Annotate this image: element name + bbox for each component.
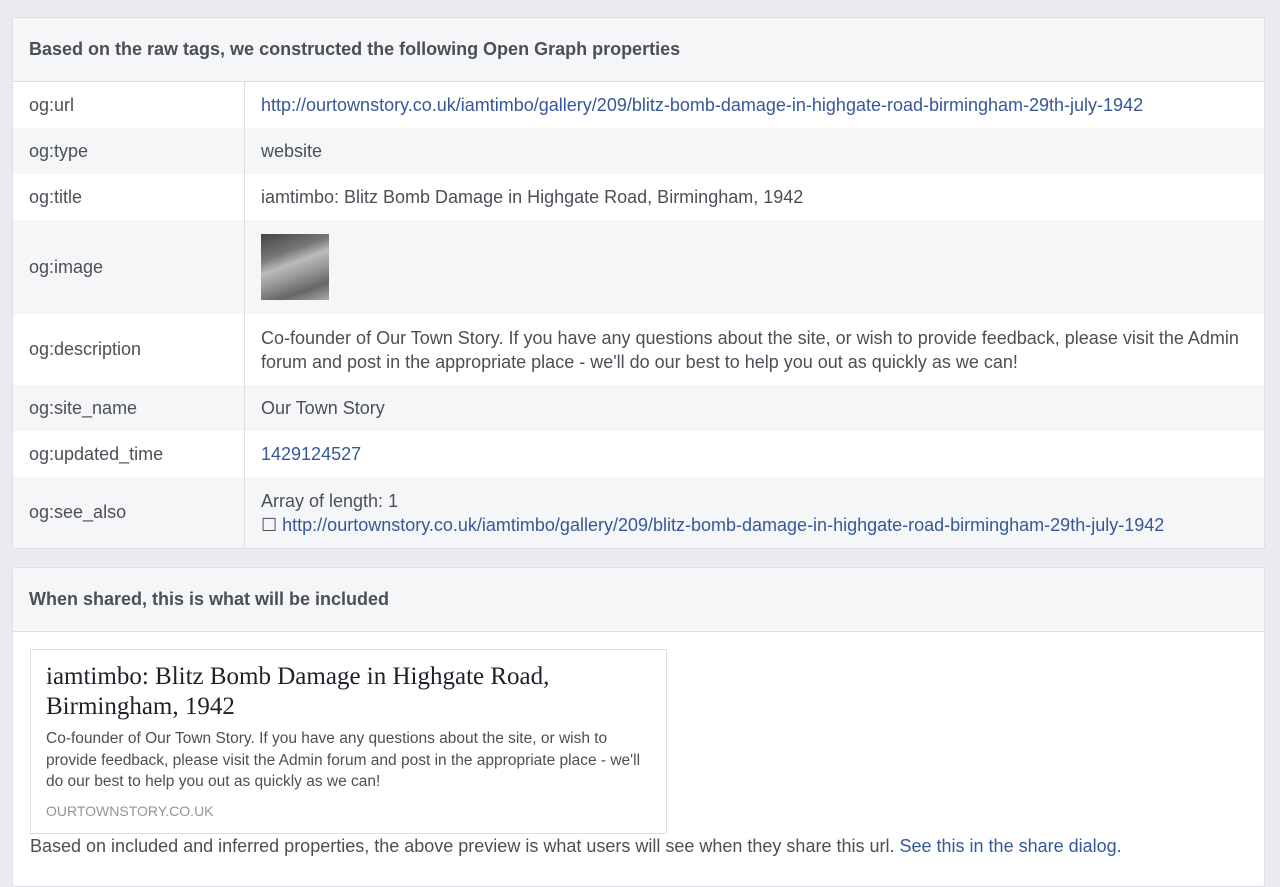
property-value: Our Town Story — [261, 397, 385, 418]
panel-title: When shared, this is what will be includ… — [13, 568, 1264, 632]
card-domain: OURTOWNSTORY.CO.UK — [46, 802, 214, 819]
property-value: iamtimbo: Blitz Bomb Damage in Highgate … — [261, 186, 804, 207]
share-preview-card[interactable]: iamtimbo: Blitz Bomb Damage in Highgate … — [30, 649, 667, 834]
share-preview-panel: When shared, this is what will be includ… — [12, 567, 1265, 887]
og-properties-panel: Based on the raw tags, we constructed th… — [12, 17, 1265, 549]
property-value: Co-founder of Our Town Story. If you hav… — [261, 327, 1239, 372]
og-url-link[interactable]: http://ourtownstory.co.uk/iamtimbo/galle… — [261, 95, 1143, 115]
property-key: og:type — [13, 128, 245, 174]
table-row: og:updated_time 1429124527 — [13, 431, 1264, 477]
property-key: og:description — [13, 314, 245, 385]
panel-title: Based on the raw tags, we constructed th… — [13, 18, 1264, 82]
table-row: og:site_name Our Town Story — [13, 385, 1264, 431]
og-properties-table: og:url http://ourtownstory.co.uk/iamtimbo… — [13, 82, 1264, 548]
property-key: og:site_name — [13, 385, 245, 431]
card-title: iamtimbo: Blitz Bomb Damage in Highgate … — [46, 663, 550, 720]
card-description: Co-founder of Our Town Story. If you hav… — [46, 730, 641, 790]
property-key: og:title — [13, 174, 245, 220]
share-dialog-link[interactable]: See this in the share dialog. — [900, 836, 1122, 856]
property-key: og:updated_time — [13, 431, 245, 477]
see-also-link[interactable]: http://ourtownstory.co.uk/iamtimbo/galle… — [282, 515, 1164, 535]
footer-text: Based on included and inferred propertie… — [30, 836, 895, 856]
table-row: og:description Co-founder of Our Town Sto… — [13, 314, 1264, 385]
table-row: og:image — [13, 220, 1264, 314]
table-row: og:see_also Array of length: 1 ☐ http://ou… — [13, 477, 1264, 548]
checkbox-icon: ☐ — [261, 514, 278, 535]
og-image-thumbnail[interactable] — [261, 234, 329, 300]
property-key: og:image — [13, 220, 245, 314]
table-row: og:type website — [13, 128, 1264, 174]
preview-footer: Based on included and inferred propertie… — [30, 836, 1122, 857]
property-key: og:url — [13, 82, 245, 128]
property-value: website — [261, 140, 323, 161]
table-row: og:title iamtimbo: Blitz Bomb Damage in H… — [13, 174, 1264, 220]
updated-time-link[interactable]: 1429124527 — [261, 444, 361, 464]
property-key: og:see_also — [13, 477, 245, 548]
array-length-label: Array of length: 1 — [261, 490, 399, 511]
table-row: og:url http://ourtownstory.co.uk/iamtimbo… — [13, 82, 1264, 128]
